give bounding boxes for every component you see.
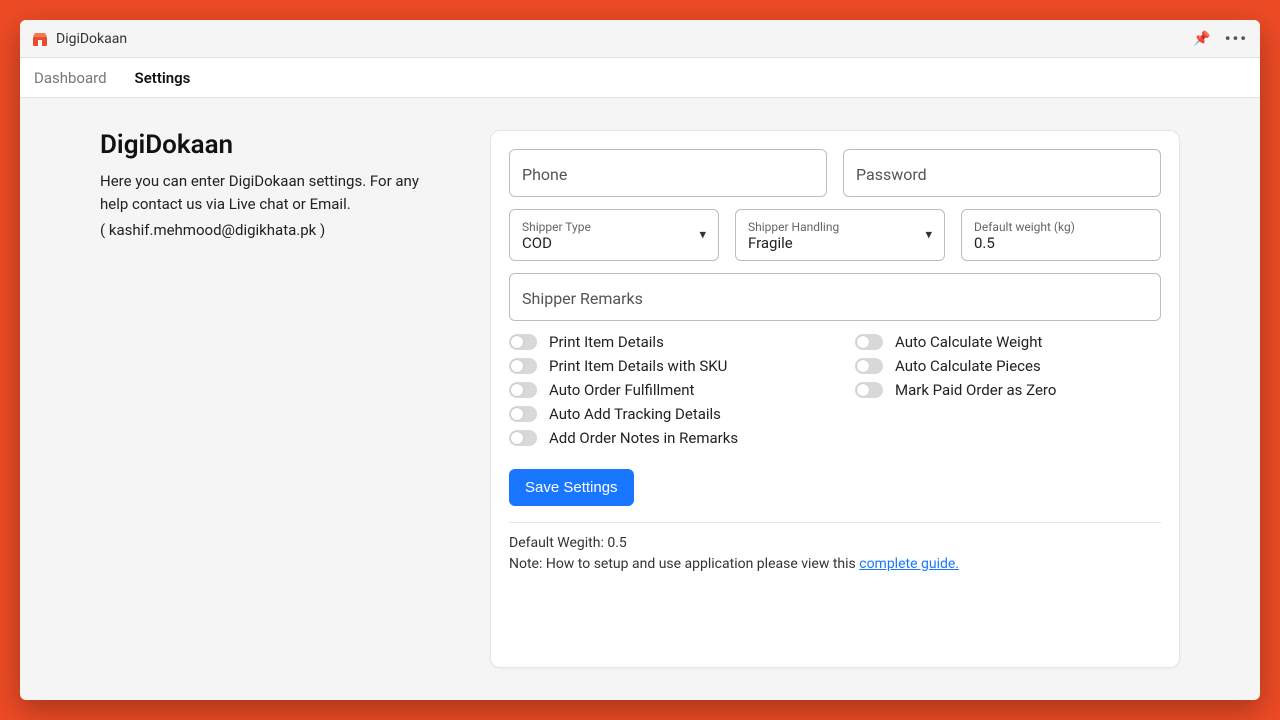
toggle-switch[interactable]: [509, 430, 537, 446]
shipper-handling-label: Shipper Handling: [748, 220, 932, 234]
chevron-down-icon: ▾: [699, 228, 706, 243]
toggle-switch[interactable]: [855, 334, 883, 350]
toggle-switch[interactable]: [855, 382, 883, 398]
app-window: DigiDokaan 📌 ••• Dashboard Settings Digi…: [20, 20, 1260, 700]
window-title: DigiDokaan: [56, 31, 127, 47]
toggle-row: Print Item Details with SKU: [509, 357, 815, 375]
toggle-switch[interactable]: [509, 358, 537, 374]
toggle-row: Auto Calculate Pieces: [855, 357, 1161, 375]
toggle-row: Auto Order Fulfillment: [509, 381, 815, 399]
more-menu-icon[interactable]: •••: [1225, 29, 1248, 48]
default-weight-field[interactable]: Default weight (kg) 0.5: [961, 209, 1161, 261]
default-weight-label: Default weight (kg): [974, 220, 1148, 234]
toggle-switch[interactable]: [509, 382, 537, 398]
page-title: DigiDokaan: [100, 130, 450, 160]
page-description: Here you can enter DigiDokaan settings. …: [100, 170, 450, 215]
settings-card: Phone Password Shipper Type COD ▾ Shippe…: [490, 130, 1180, 668]
toggle-switch[interactable]: [509, 334, 537, 350]
pin-icon[interactable]: 📌: [1193, 31, 1210, 47]
contact-email: ( kashif.mehmood@digikhata.pk ): [100, 221, 450, 239]
password-field[interactable]: Password: [843, 149, 1161, 197]
app-logo-icon: [32, 31, 48, 47]
toggle-row: Auto Calculate Weight: [855, 333, 1161, 351]
toggle-label: Mark Paid Order as Zero: [895, 381, 1056, 399]
toggle-label: Print Item Details: [549, 333, 664, 351]
toggle-column-right: Auto Calculate Weight Auto Calculate Piec…: [855, 333, 1161, 453]
toggle-row: Print Item Details: [509, 333, 815, 351]
toggle-label: Print Item Details with SKU: [549, 357, 727, 375]
shipper-handling-select[interactable]: Shipper Handling Fragile ▾: [735, 209, 945, 261]
toggle-section: Print Item Details Print Item Details wit…: [509, 333, 1161, 453]
shipper-type-select[interactable]: Shipper Type COD ▾: [509, 209, 719, 261]
shipper-handling-value: Fragile: [748, 234, 932, 252]
shipper-type-value: COD: [522, 234, 706, 252]
shipper-type-label: Shipper Type: [522, 220, 706, 234]
toggle-label: Add Order Notes in Remarks: [549, 429, 738, 447]
tab-bar: Dashboard Settings: [20, 58, 1260, 98]
footer-text: Default Wegith: 0.5 Note: How to setup a…: [509, 533, 1161, 575]
toggle-label: Auto Calculate Pieces: [895, 357, 1041, 375]
phone-placeholder: Phone: [522, 165, 814, 184]
tab-settings[interactable]: Settings: [135, 69, 191, 87]
default-weight-value: 0.5: [974, 234, 1148, 252]
titlebar: DigiDokaan 📌 •••: [20, 20, 1260, 58]
shipper-remarks-placeholder: Shipper Remarks: [522, 289, 1148, 308]
toggle-row: Mark Paid Order as Zero: [855, 381, 1161, 399]
content-area: DigiDokaan Here you can enter DigiDokaan…: [20, 98, 1260, 700]
toggle-switch[interactable]: [509, 406, 537, 422]
tab-dashboard[interactable]: Dashboard: [34, 69, 107, 87]
shipper-remarks-field[interactable]: Shipper Remarks: [509, 273, 1161, 321]
toggle-column-left: Print Item Details Print Item Details wit…: [509, 333, 815, 453]
toggle-row: Add Order Notes in Remarks: [509, 429, 815, 447]
toggle-row: Auto Add Tracking Details: [509, 405, 815, 423]
password-placeholder: Password: [856, 165, 1148, 184]
toggle-label: Auto Order Fulfillment: [549, 381, 694, 399]
complete-guide-link[interactable]: complete guide.: [859, 556, 959, 572]
phone-field[interactable]: Phone: [509, 149, 827, 197]
divider: [509, 522, 1161, 523]
description-panel: DigiDokaan Here you can enter DigiDokaan…: [100, 130, 450, 668]
toggle-label: Auto Add Tracking Details: [549, 405, 721, 423]
default-weight-info: Default Wegith: 0.5: [509, 533, 1161, 554]
chevron-down-icon: ▾: [925, 228, 932, 243]
save-settings-button[interactable]: Save Settings: [509, 469, 634, 506]
note-prefix: Note: How to setup and use application p…: [509, 556, 859, 572]
toggle-label: Auto Calculate Weight: [895, 333, 1042, 351]
toggle-switch[interactable]: [855, 358, 883, 374]
